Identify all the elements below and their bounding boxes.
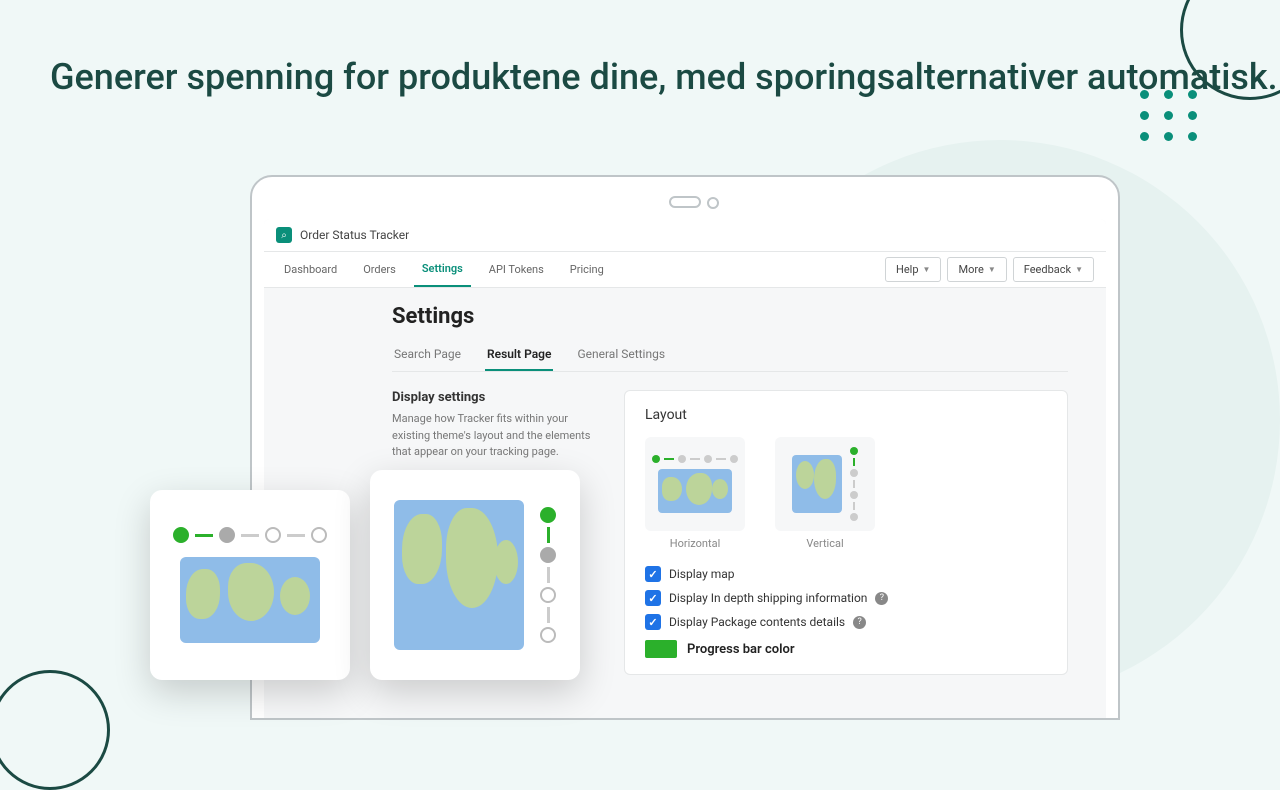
subtab-search-page[interactable]: Search Page (392, 339, 463, 371)
subtab-general-settings[interactable]: General Settings (575, 339, 667, 371)
help-icon[interactable]: ? (875, 592, 888, 605)
layout-label-horizontal: Horizontal (645, 537, 745, 550)
nav-dashboard[interactable]: Dashboard (276, 253, 345, 286)
progress-indicator-icon (540, 507, 556, 643)
color-swatch-icon (645, 640, 677, 658)
layout-option-vertical[interactable]: Vertical (775, 437, 875, 550)
map-icon (394, 500, 524, 650)
map-icon (658, 469, 732, 513)
progress-bar-color[interactable]: Progress bar color (645, 640, 1047, 658)
display-settings-title: Display settings (392, 390, 602, 405)
checkbox-icon (645, 566, 661, 582)
chevron-down-icon: ▼ (988, 265, 996, 274)
progress-indicator-icon (173, 527, 327, 543)
feedback-button[interactable]: Feedback▼ (1013, 257, 1094, 282)
display-settings-desc: Manage how Tracker fits within your exis… (392, 411, 602, 461)
chevron-down-icon: ▼ (923, 265, 931, 274)
checkbox-icon (645, 590, 661, 606)
app-title: Order Status Tracker (300, 228, 409, 242)
layout-option-horizontal[interactable]: Horizontal (645, 437, 745, 550)
nav-settings[interactable]: Settings (414, 252, 471, 287)
nav-pricing[interactable]: Pricing (562, 253, 612, 286)
app-logo-icon: ⌕ (276, 227, 292, 243)
layout-panel: Layout (624, 390, 1068, 675)
help-icon[interactable]: ? (853, 616, 866, 629)
layout-label-vertical: Vertical (775, 537, 875, 550)
chevron-down-icon: ▼ (1075, 265, 1083, 274)
more-button[interactable]: More▼ (947, 257, 1006, 282)
map-icon (792, 455, 842, 513)
checkbox-display-shipping-info[interactable]: Display In depth shipping information ? (645, 590, 1047, 606)
map-icon (180, 557, 320, 643)
page-title: Settings (392, 304, 1068, 329)
layout-panel-title: Layout (645, 407, 1047, 423)
nav-api-tokens[interactable]: API Tokens (481, 253, 552, 286)
help-button[interactable]: Help▼ (885, 257, 941, 282)
checkbox-display-package-contents[interactable]: Display Package contents details ? (645, 614, 1047, 630)
app-header: ⌕ Order Status Tracker (264, 219, 1106, 252)
settings-subtabs: Search Page Result Page General Settings (392, 339, 1068, 372)
checkbox-display-map[interactable]: Display map (645, 566, 1047, 582)
progress-indicator-icon (850, 447, 858, 521)
main-nav: Dashboard Orders Settings API Tokens Pri… (264, 252, 1106, 288)
marketing-headline: Generer spenning for produktene dine, me… (50, 54, 1278, 100)
nav-orders[interactable]: Orders (355, 253, 404, 286)
subtab-result-page[interactable]: Result Page (485, 339, 553, 371)
preview-card-vertical (370, 470, 580, 680)
progress-indicator-icon (652, 455, 738, 463)
checkbox-icon (645, 614, 661, 630)
preview-card-horizontal (150, 490, 350, 680)
